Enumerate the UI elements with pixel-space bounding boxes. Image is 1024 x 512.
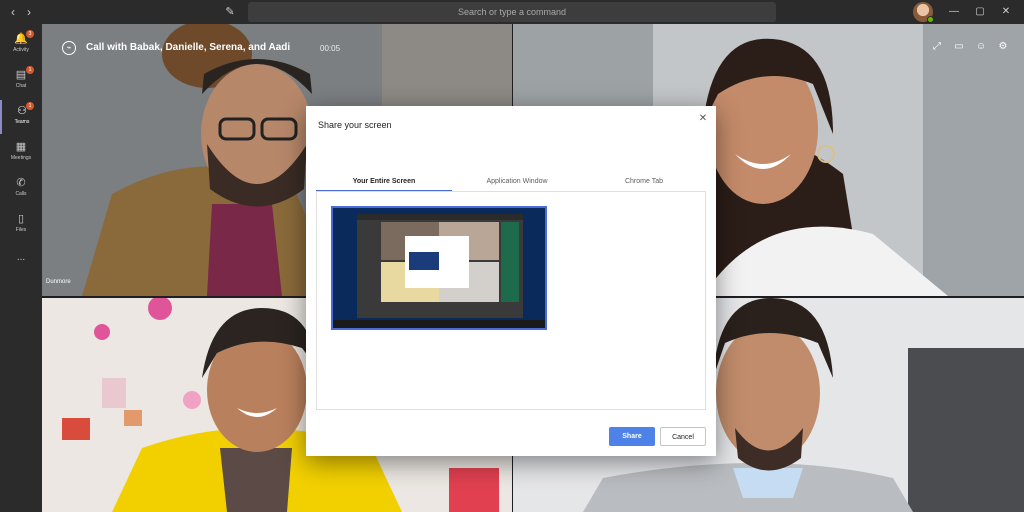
minimize-icon[interactable]: — — [944, 2, 964, 22]
share-button[interactable]: Share — [609, 427, 655, 446]
tab-chrome-tab[interactable]: Chrome Tab — [582, 172, 706, 192]
cancel-button[interactable]: Cancel — [660, 427, 706, 446]
phone-icon: ✆ — [16, 177, 26, 189]
forward-icon[interactable]: › — [22, 4, 36, 20]
call-duration: 00:05 — [320, 44, 341, 53]
teams-window: ‹ › ✎ Search or type a command — ▢ ✕ 🔔 A… — [0, 0, 1024, 512]
share-screen-dialog: Share your screen ✕ Your Entire Screen A… — [306, 106, 716, 456]
rail-item-label: Activity — [13, 47, 29, 53]
rail-item-activity[interactable]: 🔔 Activity 3 — [0, 28, 42, 62]
rail-item-label: Files — [15, 227, 27, 233]
dialog-title: Share your screen — [318, 120, 392, 130]
participant-name-label: Dunmore — [46, 279, 71, 285]
screen-thumbnail[interactable] — [331, 206, 547, 330]
presence-indicator — [927, 16, 934, 23]
tab-application-window[interactable]: Application Window — [452, 172, 582, 192]
conversation-icon[interactable]: ▭ — [952, 40, 966, 54]
notification-badge: 3 — [26, 30, 34, 38]
rail-item-label: Chat — [15, 83, 27, 89]
calendar-icon: ▦ — [15, 141, 27, 153]
avatar[interactable] — [913, 2, 934, 23]
notification-badge: 1 — [26, 66, 34, 74]
call-title: Call with Babak, Danielle, Serena, and A… — [86, 42, 291, 53]
search-input[interactable]: Search or type a command — [248, 2, 776, 22]
rail-item-more[interactable]: ... — [0, 246, 42, 280]
screen-preview-image — [333, 208, 545, 328]
rail-item-label: Teams — [14, 119, 30, 125]
rail-item-files[interactable]: ▯ Files — [0, 208, 42, 242]
compose-icon[interactable]: ✎ — [222, 4, 238, 20]
maximize-icon[interactable]: ▢ — [970, 2, 990, 22]
title-bar: ‹ › ✎ Search or type a command — ▢ ✕ — [0, 0, 1024, 24]
call-settings-icon[interactable]: ⚙ — [996, 40, 1010, 54]
rail-item-label: Calls — [15, 191, 27, 197]
rail-item-calls[interactable]: ✆ Calls — [0, 172, 42, 206]
close-window-icon[interactable]: ✕ — [996, 2, 1016, 22]
app-rail: 🔔 Activity 3 ▤ Chat 1 ⚇ Teams 1 ▦ Meetin… — [0, 24, 42, 512]
close-icon[interactable]: ✕ — [696, 112, 710, 126]
tab-entire-screen[interactable]: Your Entire Screen — [316, 172, 452, 192]
participants-icon[interactable]: ☺ — [974, 40, 988, 54]
rail-item-label: Meetings — [10, 155, 32, 161]
more-icon: ... — [16, 252, 26, 263]
back-icon[interactable]: ‹ — [6, 4, 20, 20]
notification-badge: 1 — [26, 102, 34, 110]
call-info-icon[interactable]: ⌁ — [62, 41, 76, 55]
file-icon: ▯ — [17, 213, 25, 225]
rail-item-meetings[interactable]: ▦ Meetings — [0, 136, 42, 170]
screen-options — [316, 192, 706, 410]
rail-item-chat[interactable]: ▤ Chat 1 — [0, 64, 42, 98]
rail-item-teams[interactable]: ⚇ Teams 1 — [0, 100, 42, 134]
fullscreen-icon[interactable]: ⤢ — [930, 40, 944, 54]
